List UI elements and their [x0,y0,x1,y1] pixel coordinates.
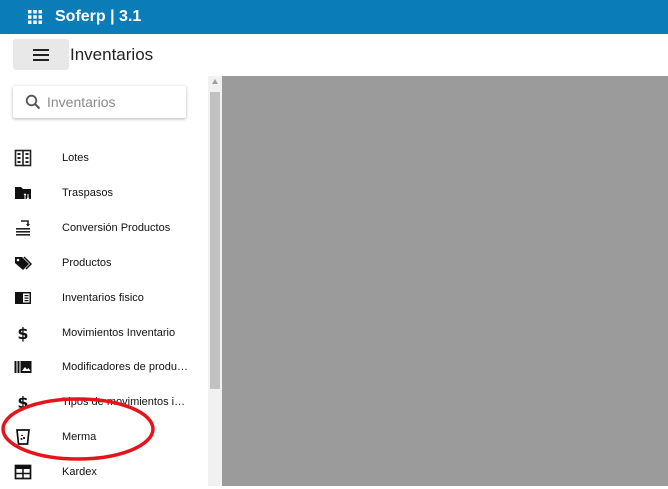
search-input[interactable] [47,92,181,112]
scroll-up-arrow-icon[interactable] [212,79,218,84]
book-icon [15,292,31,304]
folder-transfer-icon [15,187,31,200]
sidebar-item-label: Lotes [62,152,89,164]
hamburger-menu-icon [33,48,49,61]
sidebar-item-label: Movimientos Inventario [62,327,176,339]
table-icon [14,464,32,480]
search-box[interactable] [13,86,186,118]
sidebar-item-tipos-de-movimientos[interactable]: $ Tipos de movimientos inventario [0,385,205,419]
search-icon [25,94,41,110]
sidebar-item-label: Kardex [62,466,97,478]
sidebar-item-traspasos[interactable]: Traspasos [0,176,205,210]
sidebar-item-label: Conversión Productos [62,222,171,234]
svg-text:$: $ [17,393,28,411]
sidebar-item-movimientos-inventario[interactable]: $ Movimientos Inventario [0,316,205,350]
trash-can-icon [16,429,30,445]
conversion-icon [16,220,30,236]
page-title: Inventarios [70,45,154,64]
sidebar-item-label: Merma [62,431,97,443]
menu-toggle-button[interactable] [13,39,69,70]
sidebar-item-modificadores-de-productos[interactable]: Modificadores de productos [0,350,205,384]
content-area [222,76,668,486]
tags-icon [15,256,32,270]
sidebar-item-inventarios-fisico[interactable]: Inventarios fisico [0,281,205,315]
apps-grid-icon[interactable] [27,9,43,25]
sidebar-item-label: Traspasos [62,187,113,199]
sidebar-item-label: Tipos de movimientos inventario [62,396,190,408]
svg-text:$: $ [17,324,28,342]
sidebar-item-kardex[interactable]: Kardex [0,455,205,489]
sidebar-item-conversion-productos[interactable]: Conversión Productos [0,211,205,245]
app-title: Soferp | 3.1 [55,8,142,25]
scrollbar-thumb[interactable] [210,92,220,389]
top-bar: Soferp | 3.1 [0,0,668,34]
sidebar-item-productos[interactable]: Productos [0,246,205,280]
photo-library-icon [14,361,32,373]
sidebar-item-lotes[interactable]: Lotes [0,141,205,175]
sidebar-item-label: Inventarios fisico [62,292,144,304]
sidebar-item-merma[interactable]: Merma [0,420,205,454]
sidebar-item-label: Productos [62,257,112,269]
dollar-icon: $ [17,393,28,411]
dollar-icon: $ [17,324,28,342]
lots-grid-icon [14,149,32,167]
sidebar-item-label: Modificadores de productos [62,361,190,373]
